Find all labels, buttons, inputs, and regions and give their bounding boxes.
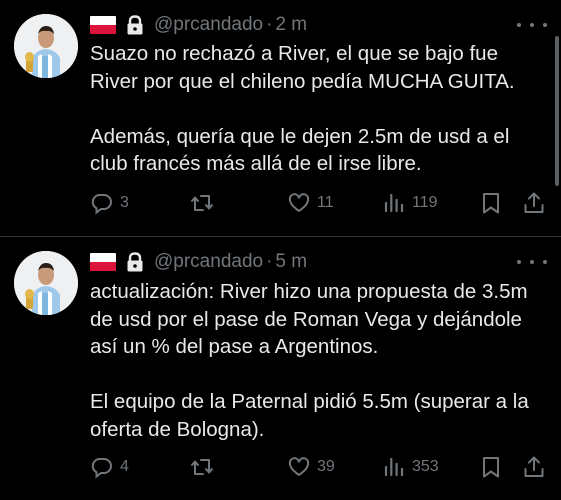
separator-dot: · — [266, 251, 273, 272]
share-icon — [524, 456, 544, 477]
reply-button[interactable]: 3 — [90, 188, 129, 218]
tweet-text-line: Además, quería que le dejen 2.5m de usd … — [90, 124, 510, 148]
lock-icon — [127, 15, 143, 35]
tweet-text: actualización: River hizo una propuesta … — [90, 278, 555, 443]
share-button[interactable] — [522, 452, 546, 482]
lock-icon — [127, 252, 143, 272]
retweet-button[interactable] — [190, 188, 220, 218]
tweet-text-line — [90, 361, 555, 389]
views-icon — [384, 457, 404, 477]
timestamp[interactable]: 5 m — [275, 251, 307, 273]
user-handle[interactable]: @prcandado — [154, 14, 263, 36]
retweet-icon — [191, 195, 213, 211]
views-icon — [384, 193, 404, 213]
reply-icon — [91, 458, 112, 479]
tweet-header: @prcandado · 2 m — [90, 12, 307, 38]
tweet-text-line: River por que el chileno pedía MUCHA GUI… — [90, 69, 515, 93]
tweet-header: @prcandado · 5 m — [90, 249, 307, 275]
tweet-actions: 3 11 119 — [90, 188, 550, 218]
tweet-text-line: club francés más allá de el irse libre. — [90, 152, 422, 175]
view-count: 353 — [412, 458, 439, 475]
view-count: 119 — [412, 194, 438, 211]
more-icon[interactable] — [517, 15, 547, 35]
share-icon — [524, 192, 544, 213]
avatar[interactable] — [14, 251, 78, 315]
tweet-text-line — [90, 95, 555, 123]
timeline-feed: @prcandado · 2 m Suazo no rechazó a Rive… — [0, 0, 561, 500]
like-button[interactable]: 39 — [287, 452, 335, 482]
tweet-text-line: así un % del pase a Argentinos. — [90, 335, 379, 358]
share-button[interactable] — [522, 188, 546, 218]
tweet[interactable]: @prcandado · 5 m actualización: River hi… — [0, 237, 561, 500]
retweet-icon — [191, 459, 213, 475]
like-button[interactable]: 11 — [287, 188, 334, 218]
separator-dot: · — [266, 14, 273, 35]
poland-flag-icon — [90, 253, 116, 271]
more-icon[interactable] — [517, 252, 547, 272]
reply-count: 3 — [120, 194, 129, 211]
heart-icon — [288, 457, 310, 476]
tweet-text-line: actualización: River hizo una propuesta … — [90, 280, 528, 303]
views-button[interactable]: 119 — [382, 188, 438, 218]
avatar[interactable] — [14, 14, 78, 78]
bookmark-button[interactable] — [479, 188, 503, 218]
tweet-text-line: Suazo no rechazó a River, el que se bajo… — [90, 42, 498, 65]
tweet-text: Suazo no rechazó a River, el que se bajo… — [90, 40, 555, 178]
avatar-image — [14, 251, 78, 315]
tweet-text-line: de usd por el pase de Roman Vega y deján… — [90, 307, 522, 331]
views-button[interactable]: 353 — [382, 452, 439, 482]
timestamp[interactable]: 2 m — [275, 14, 307, 36]
tweet-actions: 4 39 353 — [90, 452, 550, 482]
bookmark-icon — [483, 457, 499, 478]
retweet-button[interactable] — [190, 452, 220, 482]
reply-button[interactable]: 4 — [90, 452, 129, 482]
reply-icon — [91, 194, 112, 215]
like-count: 11 — [317, 194, 334, 211]
scrollbar[interactable] — [555, 36, 559, 186]
bookmark-button[interactable] — [479, 452, 503, 482]
user-handle[interactable]: @prcandado — [154, 251, 263, 273]
avatar-image — [14, 14, 78, 78]
heart-icon — [288, 193, 310, 212]
tweet-text-line: El equipo de la Paternal pidió 5.5m (sup… — [90, 390, 529, 413]
like-count: 39 — [317, 458, 335, 475]
reply-count: 4 — [120, 458, 129, 475]
tweet[interactable]: @prcandado · 2 m Suazo no rechazó a Rive… — [0, 0, 561, 236]
tweet-text-line: oferta de Bologna). — [90, 417, 265, 441]
bookmark-icon — [483, 193, 499, 214]
poland-flag-icon — [90, 16, 116, 34]
